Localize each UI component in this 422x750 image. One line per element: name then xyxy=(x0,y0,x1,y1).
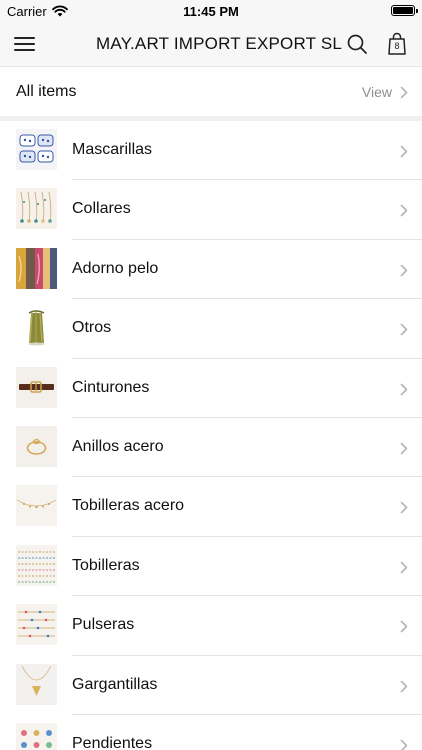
other-items-thumbnail xyxy=(16,307,57,349)
choker-thumbnail xyxy=(16,663,57,705)
category-label: Anillos acero xyxy=(72,437,164,455)
chevron-right-icon xyxy=(400,739,408,750)
all-items-label: All items xyxy=(16,83,77,100)
face-masks-thumbnail xyxy=(16,129,57,170)
chevron-right-icon xyxy=(400,680,408,698)
store-title: MAY.ART IMPORT EXPORT SL xyxy=(96,34,343,53)
category-row-adorno-pelo[interactable]: Adorno pelo xyxy=(0,240,422,300)
necklaces-thumbnail xyxy=(16,188,57,230)
chevron-right-icon xyxy=(400,323,408,341)
anklets-thumbnail xyxy=(16,544,57,586)
chevron-right-icon xyxy=(400,442,408,460)
chevron-right-icon xyxy=(400,86,408,104)
chevron-right-icon xyxy=(400,383,408,401)
shopping-bag-icon[interactable]: 8 xyxy=(386,32,408,56)
view-link[interactable]: View xyxy=(362,84,392,100)
category-row-mascarillas[interactable]: Mascarillas xyxy=(0,121,422,181)
status-time: 11:45 PM xyxy=(183,4,239,19)
cart-count-badge: 8 xyxy=(394,41,400,51)
hamburger-menu-icon[interactable] xyxy=(14,35,36,53)
search-icon[interactable] xyxy=(346,33,368,55)
category-row-cinturones[interactable]: Cinturones xyxy=(0,359,422,419)
category-row-tobilleras-acero[interactable]: Tobilleras acero xyxy=(0,477,422,538)
category-label: Pulseras xyxy=(72,616,135,634)
category-row-tobilleras[interactable]: Tobilleras xyxy=(0,537,422,597)
navigation-bar: MAY.ART IMPORT EXPORT SL 8 xyxy=(0,22,422,66)
chevron-right-icon xyxy=(400,620,408,638)
hair-accessories-thumbnail xyxy=(16,247,57,289)
bracelets-thumbnail xyxy=(16,604,57,646)
chevron-right-icon xyxy=(400,264,408,282)
category-label: Mascarillas xyxy=(72,141,153,158)
chevron-right-icon xyxy=(400,204,408,222)
category-row-anillos-acero[interactable]: Anillos acero xyxy=(0,418,422,478)
chevron-right-icon xyxy=(400,501,408,519)
category-label: Tobilleras xyxy=(72,556,140,574)
category-row-gargantillas[interactable]: Gargantillas xyxy=(0,656,422,716)
all-items-row[interactable]: All items View xyxy=(0,66,422,116)
category-label: Otros xyxy=(72,319,112,337)
category-label: Pendientes xyxy=(72,734,153,750)
category-list: Mascarillas Collares Adorno pelo Otros C… xyxy=(0,121,422,750)
chevron-right-icon xyxy=(400,561,408,579)
category-label: Collares xyxy=(72,200,131,218)
steel-anklet-thumbnail xyxy=(16,485,57,527)
steel-ring-thumbnail xyxy=(16,425,57,467)
category-label: Tobilleras acero xyxy=(72,497,185,515)
category-label: Gargantillas xyxy=(72,675,158,693)
category-row-collares[interactable]: Collares xyxy=(0,180,422,241)
category-row-pulseras[interactable]: Pulseras xyxy=(0,596,422,656)
category-row-pendientes[interactable]: Pendientes xyxy=(0,715,422,750)
chevron-right-icon xyxy=(400,145,408,163)
category-row-otros[interactable]: Otros xyxy=(0,299,422,359)
earrings-thumbnail xyxy=(16,722,57,750)
status-bar: Carrier 11:45 PM xyxy=(0,0,422,22)
belt-thumbnail xyxy=(16,366,57,408)
category-label: Cinturones xyxy=(72,378,150,396)
battery-icon xyxy=(391,5,418,16)
category-label: Adorno pelo xyxy=(72,259,159,277)
